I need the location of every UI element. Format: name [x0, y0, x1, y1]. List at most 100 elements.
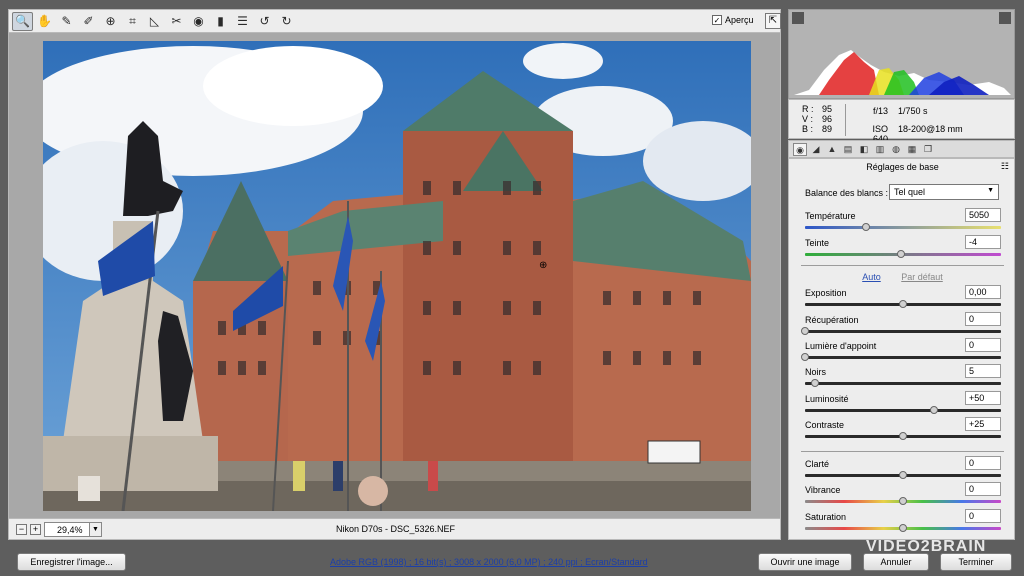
divider	[801, 451, 1004, 452]
slider-value-field[interactable]: 0	[965, 456, 1001, 470]
slider-thumb[interactable]	[861, 223, 870, 231]
slider-value-field[interactable]: 5050	[965, 208, 1001, 222]
slider-value-field[interactable]: 0	[965, 312, 1001, 326]
red-eye-tool-icon[interactable]: ◉	[188, 12, 209, 31]
targeted-adjustment-tool-icon[interactable]: ⊕	[100, 12, 121, 31]
white-balance-value: Tel quel	[894, 187, 926, 197]
panel-tab-4-icon[interactable]: ▤	[841, 143, 855, 156]
rotate-right-icon[interactable]: ↻	[276, 12, 297, 31]
panel-tab-8-icon[interactable]: ▦	[905, 143, 919, 156]
slider-value-field[interactable]: +50	[965, 391, 1001, 405]
panel-tabs: ◉ ◢ ▲ ▤ ◧ ▥ ◍ ▦ ❐	[788, 140, 1015, 158]
panel-tab-3-icon[interactable]: ▲	[825, 143, 839, 156]
slider-label: Lumière d'appoint	[805, 341, 877, 351]
slider-track[interactable]	[805, 330, 1001, 333]
panel-tab-6-icon[interactable]: ▥	[873, 143, 887, 156]
open-image-button[interactable]: Ouvrir une image	[758, 553, 852, 571]
slider-label: Teinte	[805, 238, 830, 248]
image-canvas[interactable]: ⊕	[8, 33, 781, 518]
photo-preview[interactable]: ⊕	[43, 41, 751, 511]
slider-thumb[interactable]	[899, 497, 907, 505]
crop-tool-icon[interactable]: ⌗	[122, 12, 143, 31]
workflow-options-link[interactable]: Adobe RGB (1998) ; 16 bit(s) ; 3008 x 20…	[330, 557, 648, 567]
slider-label: Saturation	[805, 512, 847, 522]
slider-label: Contraste	[805, 420, 845, 430]
slider-thumb[interactable]	[801, 327, 809, 335]
color-sampler-tool-icon[interactable]: ✐	[78, 12, 99, 31]
panel-tab-5-icon[interactable]: ◧	[857, 143, 871, 156]
slider-thumb[interactable]	[897, 250, 906, 258]
white-balance-label: Balance des blancs :	[805, 188, 889, 198]
r-label: R :	[802, 104, 814, 114]
straighten-tool-icon[interactable]: ◺	[144, 12, 165, 31]
slider-thumb[interactable]	[899, 300, 907, 308]
graduated-filter-icon[interactable]: ☰	[232, 12, 253, 31]
slider-track[interactable]	[805, 409, 1001, 412]
slider-label: Vibrance	[805, 485, 841, 495]
slider-thumb[interactable]	[899, 432, 907, 440]
preview-checkbox[interactable]: ✓	[712, 15, 722, 25]
basic-panel: Réglages de base ☷ Balance des blancs : …	[788, 158, 1015, 540]
panel-tab-2-icon[interactable]: ◢	[809, 143, 823, 156]
rotate-left-icon[interactable]: ↺	[254, 12, 275, 31]
auto-link[interactable]: Auto	[862, 272, 881, 282]
panel-title: Réglages de base	[866, 162, 939, 172]
slider-label: Clarté	[805, 459, 830, 469]
r-value: 95	[822, 104, 833, 114]
panel-tab-1-icon[interactable]: ◉	[793, 142, 807, 156]
v-label: V :	[802, 114, 814, 124]
svg-text:⊕: ⊕	[539, 260, 547, 271]
slider-track[interactable]	[805, 382, 1001, 385]
white-balance-tool-icon[interactable]: ✎	[56, 12, 77, 31]
slider-thumb[interactable]	[899, 524, 907, 532]
status-bar: − + 29,4% ▼ Nikon D70s - DSC_5326.NEF	[8, 518, 781, 540]
slider-value-field[interactable]: +25	[965, 417, 1001, 431]
auto-default-row: Auto Par défaut	[789, 272, 1016, 282]
toolbar: 🔍 ✋ ✎ ✐ ⊕ ⌗ ◺ ✂ ◉ ▮ ☰ ↺ ↻ ✓ Aperçu ⇱	[8, 9, 781, 33]
slider-label: Luminosité	[805, 394, 849, 404]
preview-toggle[interactable]: ✓ Aperçu	[712, 15, 754, 25]
default-link[interactable]: Par défaut	[901, 272, 943, 282]
shutter-value: 1/750 s	[898, 106, 928, 116]
adjustment-brush-icon[interactable]: ▮	[210, 12, 231, 31]
b-value: 89	[822, 124, 833, 134]
rgb-readout: R : 95 V : 96 B : 89	[802, 104, 832, 134]
divider	[801, 265, 1004, 266]
slider-value-field[interactable]: -4	[965, 235, 1001, 249]
slider-value-field[interactable]: 0,00	[965, 285, 1001, 299]
panel-tab-9-icon[interactable]: ❐	[921, 143, 935, 156]
pixel-info: R :95 V :96 B :89 f/13 1/750 s ISO 640 18-…	[788, 99, 1015, 144]
slider-thumb[interactable]	[930, 406, 939, 414]
white-balance-select[interactable]: Tel quel ▼	[889, 184, 999, 200]
b-label: B :	[802, 124, 814, 134]
panel-menu-icon[interactable]: ☷	[1001, 161, 1009, 172]
slider-value-field[interactable]: 0	[965, 482, 1001, 496]
slider-thumb[interactable]	[801, 353, 809, 361]
slider-track[interactable]	[805, 356, 1001, 359]
slider-value-field[interactable]: 5	[965, 364, 1001, 378]
panel-tab-7-icon[interactable]: ◍	[889, 143, 903, 156]
camera-info: f/13 1/750 s ISO 640 18-200@18 mm	[845, 104, 963, 144]
preview-label: Aperçu	[725, 15, 754, 25]
hand-tool-icon[interactable]: ✋	[34, 12, 55, 31]
slider-thumb[interactable]	[899, 471, 907, 479]
slider-value-field[interactable]: 0	[965, 338, 1001, 352]
slider-value-field[interactable]: 0	[965, 509, 1001, 523]
file-name: Nikon D70s - DSC_5326.NEF	[335, 524, 456, 534]
histogram	[788, 9, 1015, 99]
histogram-graph	[794, 50, 1011, 95]
slider-label: Noirs	[805, 367, 827, 377]
fullscreen-toggle-icon[interactable]: ⇱	[765, 13, 781, 29]
slider-thumb[interactable]	[810, 379, 819, 387]
watermark-logo: VIDEO2BRAIN	[866, 538, 987, 555]
save-image-button[interactable]: Enregistrer l'image...	[17, 553, 126, 571]
slider-label: Exposition	[805, 288, 847, 298]
spot-removal-tool-icon[interactable]: ✂	[166, 12, 187, 31]
chevron-down-icon: ▼	[987, 187, 994, 194]
slider-label: Température	[805, 211, 856, 221]
aperture-value: f/13	[872, 106, 888, 116]
slider-track[interactable]	[805, 226, 1001, 229]
zoom-tool-icon[interactable]: 🔍	[12, 11, 33, 31]
slider-label: Récupération	[805, 315, 859, 325]
v-value: 96	[822, 114, 833, 124]
